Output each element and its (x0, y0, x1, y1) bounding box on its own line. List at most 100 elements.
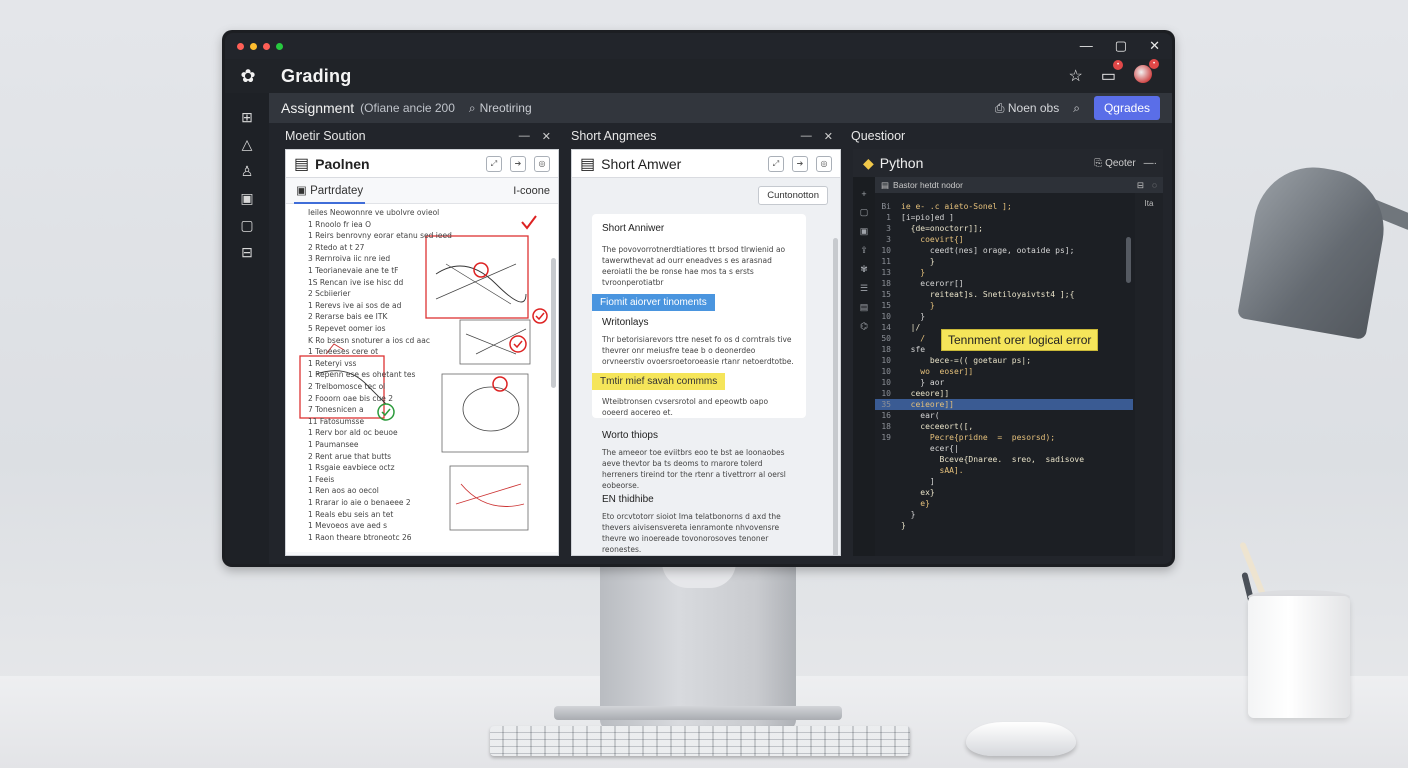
error-tooltip: Tennment orer logical error (941, 329, 1099, 351)
code-line[interactable]: 10 wo eoser]] (875, 366, 1133, 377)
shirt-icon[interactable]: ♙ (241, 163, 254, 180)
grades-button[interactable]: Qgrades (1093, 96, 1160, 120)
forward-icon[interactable]: ➔ (510, 155, 526, 172)
code-line[interactable]: } (875, 509, 1133, 520)
close-icon[interactable]: ✕ (824, 130, 833, 143)
notes-button[interactable]: ⎙ Noen obs (995, 101, 1059, 116)
menu-icon[interactable]: —· (1144, 158, 1157, 169)
code-text: sAA]. (901, 466, 964, 475)
highlight-yellow[interactable]: Tmtir mief savah commms (592, 373, 726, 390)
code-line[interactable]: 13 } (875, 267, 1133, 278)
grid-icon[interactable]: ⊞ (241, 109, 253, 126)
code-line[interactable]: e} (875, 498, 1133, 509)
tab-icon-view[interactable]: I-coone (513, 185, 550, 197)
red-checkmark (521, 215, 537, 230)
line-number: 10 (881, 356, 891, 365)
forward-icon[interactable]: ➔ (792, 155, 808, 172)
code-line[interactable]: } (875, 520, 1133, 531)
diagram-box (449, 465, 529, 531)
split-icon[interactable]: ⊟ (1137, 180, 1144, 191)
palette-icon[interactable]: ✾ (860, 264, 868, 275)
code-line[interactable]: 1 [i=pio]ed ] (875, 212, 1133, 223)
settings-icon[interactable]: ◎ (534, 155, 550, 172)
close-icon[interactable]: ✕ (1149, 38, 1160, 54)
expand-icon[interactable]: ⤢ (486, 155, 502, 172)
folder-icon[interactable]: ▢ (240, 217, 253, 234)
bell-icon[interactable]: △ (242, 136, 253, 153)
code-text: } (901, 312, 926, 321)
checkmark-icon (513, 340, 523, 349)
minimize-icon[interactable]: — (519, 130, 530, 143)
code-line[interactable]: 18 ecerorr[] (875, 278, 1133, 289)
code-scrollbar[interactable] (1126, 237, 1131, 283)
code-line[interactable]: 15 reiteat]s. Snetiloyaivtst4 ];{ (875, 289, 1133, 300)
notifications-button[interactable]: ▭ • (1101, 60, 1123, 86)
line-number: 10 (881, 367, 891, 376)
square-icon[interactable]: ▢ (860, 207, 869, 218)
code-line[interactable]: ex} (875, 487, 1133, 498)
python-icon: ◆ (863, 154, 874, 171)
code-text: } (901, 301, 935, 310)
minimize-icon[interactable]: — (801, 130, 812, 143)
close-dot[interactable] (237, 42, 244, 50)
zoom-dot-alt[interactable] (263, 42, 270, 50)
layers-icon[interactable]: ☰ (860, 283, 868, 294)
answers-scrollbar[interactable] (833, 238, 838, 555)
code-line[interactable]: 10 } (875, 311, 1133, 322)
pane-title-left: Moetir Soution (285, 129, 366, 143)
line-number (875, 454, 891, 465)
worksheet-scrollbar[interactable] (551, 258, 556, 388)
code-line[interactable]: 10 ceedt(nes] orage, ootaide ps]; (875, 245, 1133, 256)
grader-button[interactable]: ⎘ Qeoter (1094, 158, 1135, 169)
diagram-box (459, 319, 531, 365)
code-line[interactable]: 35 ceieore]] (875, 399, 1133, 410)
panel-icon[interactable]: ▤ (860, 302, 869, 313)
maximize-icon[interactable]: ▢ (1115, 38, 1127, 54)
fullscreen-dot[interactable] (276, 42, 283, 50)
highlight-blue[interactable]: Fiomit aiorver tinoments (592, 294, 715, 311)
code-line[interactable]: 11 } (875, 256, 1133, 267)
code-line[interactable]: 19 Pecre{pridne = pesorsd); (875, 432, 1133, 443)
search-icon[interactable]: ⌕ (1073, 101, 1080, 116)
code-line[interactable]: 10 bece-=(( goetaur ps|; (875, 355, 1133, 366)
continue-button[interactable]: Cuntonotton (758, 186, 828, 205)
code-text: } (901, 510, 916, 519)
close-icon[interactable]: ✕ (542, 130, 551, 143)
worksheet-line: 2 Scbiierier (308, 289, 351, 299)
code-line[interactable]: ] (875, 476, 1133, 487)
share-icon[interactable]: ⇪ (860, 245, 868, 256)
paw-icon[interactable]: ✿ (225, 66, 271, 87)
code-line[interactable]: sAA]. (875, 465, 1133, 476)
code-line[interactable]: 3 {de=onoctorr]]; (875, 223, 1133, 234)
code-line[interactable]: 18 ceceeort([, (875, 421, 1133, 432)
code-line[interactable]: 10 ceeore]] (875, 388, 1133, 399)
line-number: 15 (881, 301, 891, 310)
expand-icon[interactable]: ⤢ (768, 155, 784, 172)
worksheet-line: 2 Fooorn oae bis cue 2 (308, 393, 394, 403)
code-body[interactable]: Bi ie e- .c aieto-Sonel ]; 1 [i=pio]ed ] 3 {… (875, 201, 1133, 531)
code-line[interactable]: ecer{| (875, 443, 1133, 454)
code-line[interactable]: 15 } (875, 300, 1133, 311)
editor-side-column: Ita (1135, 193, 1163, 556)
plus-icon[interactable]: + (861, 189, 866, 199)
code-line[interactable]: Bi ie e- .c aieto-Sonel ]; (875, 201, 1133, 212)
line-number (875, 465, 891, 476)
search-field[interactable]: ⌕ Nreotiring (469, 101, 532, 116)
tab-partial[interactable]: ▣ Partrdatey (294, 178, 366, 204)
star-icon[interactable]: ☆ (1069, 66, 1083, 86)
worksheet-line: 1 Rerevs ive ai sos de ad (308, 300, 402, 310)
profile-button[interactable]: • (1134, 58, 1159, 88)
diagram-box (441, 373, 529, 453)
stack-icon[interactable]: ▣ (860, 226, 869, 237)
settings-icon[interactable]: ◎ (816, 155, 832, 172)
briefcase-icon[interactable]: ▣ (240, 190, 253, 207)
code-line[interactable]: 16 ear( (875, 410, 1133, 421)
code-line[interactable]: Bceve{Dnaree. sreo, sadisove (875, 454, 1133, 465)
code-line[interactable]: 10 } aor (875, 377, 1133, 388)
code-line[interactable]: 3 coevirt{] (875, 234, 1133, 245)
minimize-dot[interactable] (250, 42, 257, 50)
layout-icon[interactable]: ⊟ (241, 244, 253, 261)
code-icon[interactable]: ⌬ (860, 321, 868, 332)
refresh-icon[interactable]: ◌ (1152, 180, 1157, 191)
minimize-icon[interactable]: — (1080, 38, 1093, 54)
